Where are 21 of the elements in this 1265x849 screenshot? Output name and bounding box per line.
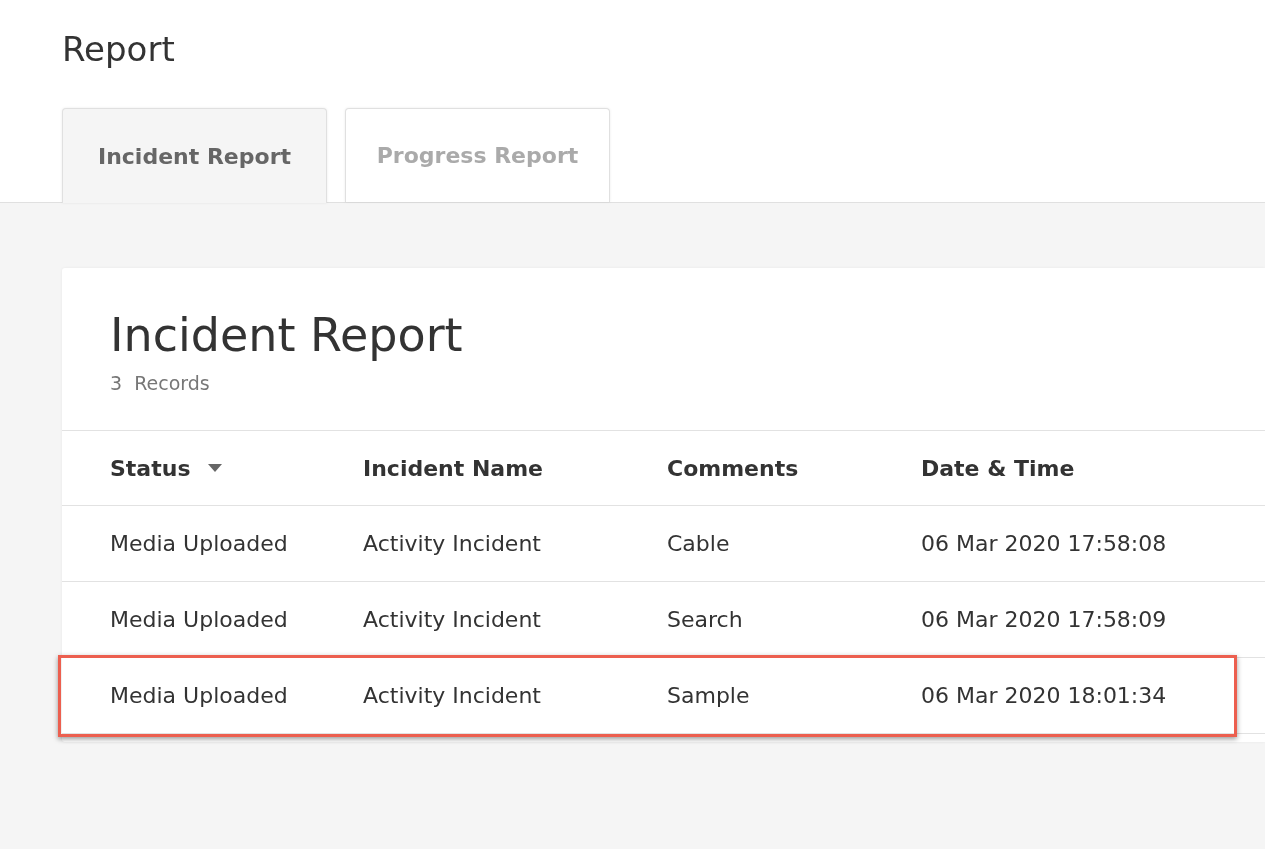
table-cell-text: Media Uploaded <box>109 531 289 556</box>
table-cell-text: Activity Incident <box>363 683 542 708</box>
column-header[interactable]: Incident Name <box>363 455 544 481</box>
card-title: Incident Report <box>110 307 464 364</box>
table-cell-text: 06 Mar 2020 18:01:34 <box>921 683 1168 708</box>
record-count: 3 Records <box>110 372 211 394</box>
tab[interactable]: Incident Report <box>62 108 327 203</box>
column-header[interactable]: Comments <box>667 455 799 481</box>
table-cell-text: Activity Incident <box>363 531 542 556</box>
table-cell-text: Media Uploaded <box>109 683 289 708</box>
column-header[interactable]: Status <box>110 455 191 481</box>
table-cell-text: Cable <box>667 531 731 556</box>
table-cell-text: 06 Mar 2020 17:58:09 <box>921 607 1168 632</box>
table-cell-text: Media Uploaded <box>109 607 289 632</box>
column-header[interactable]: Date & Time <box>921 455 1075 481</box>
table-cell-text: Activity Incident <box>363 607 542 632</box>
page-title: Report <box>62 28 176 71</box>
sort-caret-icon[interactable] <box>208 464 223 472</box>
table-cell-text: Search <box>667 607 744 632</box>
table-cell-text: 06 Mar 2020 17:58:08 <box>921 531 1168 556</box>
table-cell-text: Sample <box>667 683 751 708</box>
